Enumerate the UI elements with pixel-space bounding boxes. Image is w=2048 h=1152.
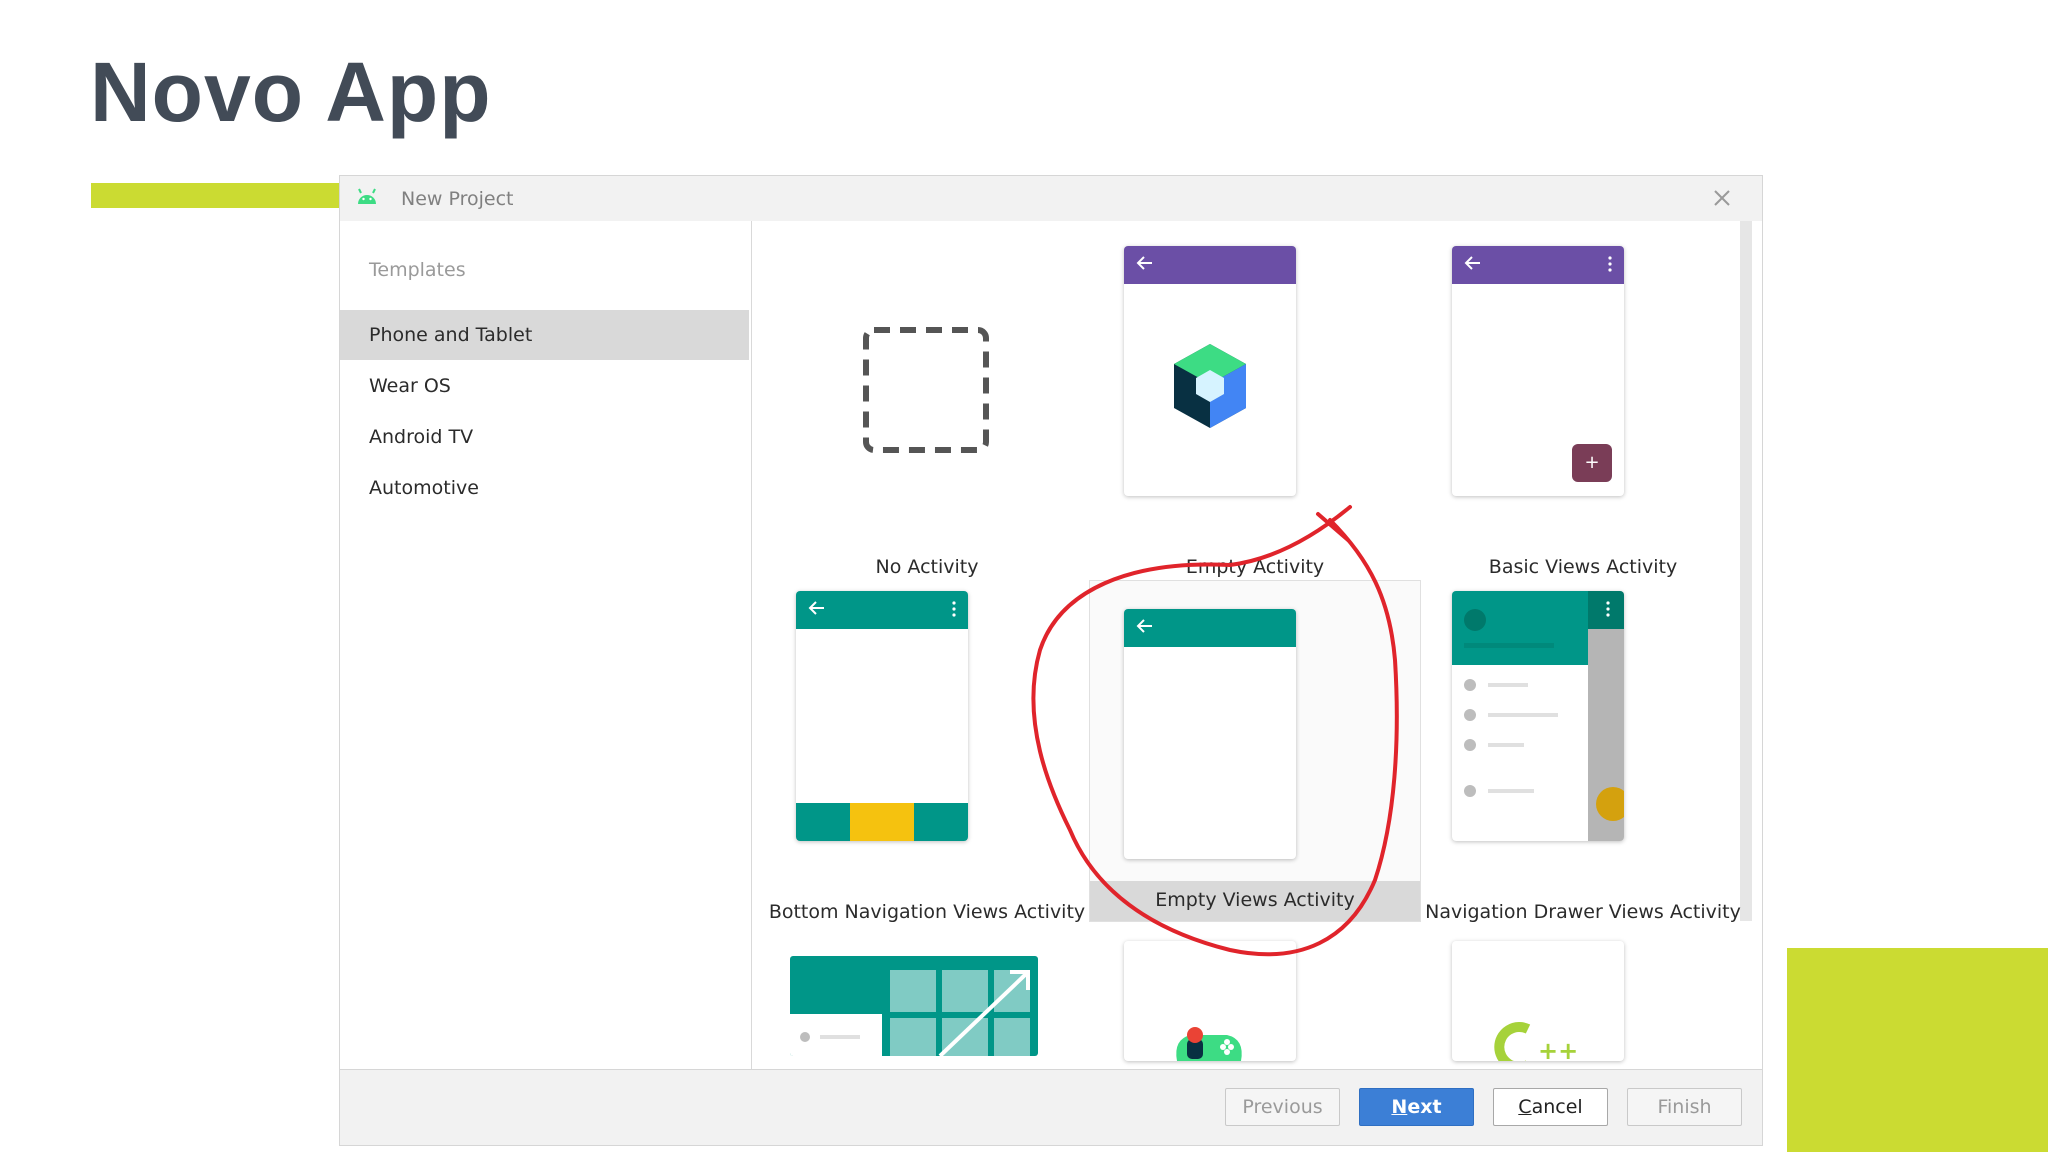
phone-preview (1124, 246, 1296, 496)
templates-grid: No Activity Empty Activity + Basic Views… (752, 221, 1762, 1070)
template-card-native-cpp[interactable]: ++ (1418, 941, 1748, 1061)
app-bar (1452, 246, 1624, 284)
template-card-game-activity[interactable] (1090, 941, 1420, 1061)
blank-phone-icon (1124, 609, 1296, 859)
app-bar (1124, 609, 1296, 647)
template-label: Navigation Drawer Views Activity (1425, 901, 1741, 923)
dashed-box-icon (863, 327, 989, 453)
new-project-dialog: New Project Templates Phone and Tablet W… (339, 175, 1763, 1146)
cpp-logo-icon: ++ (1494, 1022, 1578, 1061)
app-bar (1124, 246, 1296, 284)
phone-preview: + (1452, 246, 1624, 496)
next-button[interactable]: Next (1359, 1088, 1474, 1126)
android-icon (358, 188, 376, 204)
sidebar-item-android-tv[interactable]: Android TV (340, 412, 749, 462)
back-arrow-icon (1136, 256, 1152, 270)
template-label: Empty Activity (1185, 556, 1325, 578)
app-bar (796, 591, 968, 629)
template-label: Basic Views Activity (1488, 556, 1678, 578)
previous-button[interactable]: Previous (1225, 1088, 1340, 1126)
bottom-nav-icon (796, 803, 968, 841)
cancel-button[interactable]: Cancel (1493, 1088, 1608, 1126)
phone-preview (796, 591, 968, 841)
grid-preview-icon (790, 956, 1038, 1056)
more-icon (1608, 256, 1612, 272)
template-card-empty-views-activity[interactable]: Empty Views Activity (1089, 580, 1421, 922)
compose-logo-icon (1174, 344, 1246, 428)
accent-block (1787, 948, 2048, 1152)
template-card-responsive-views-activity[interactable] (762, 941, 1092, 1056)
phone-preview (1124, 941, 1296, 1061)
template-label: No Activity (875, 556, 979, 578)
template-card-empty-activity[interactable]: Empty Activity (1090, 236, 1420, 578)
svg-text:++: ++ (1538, 1037, 1578, 1061)
back-arrow-icon (1136, 619, 1152, 633)
fab-icon: + (1572, 444, 1612, 482)
sidebar-item-automotive[interactable]: Automotive (340, 463, 749, 513)
slide-title: Novo App (90, 45, 492, 139)
phone-preview: ++ (1452, 941, 1624, 1061)
template-card-basic-views-activity[interactable]: + Basic Views Activity (1418, 236, 1748, 578)
finish-button[interactable]: Finish (1627, 1088, 1742, 1126)
sidebar-header: Templates (369, 259, 466, 281)
dialog-title: New Project (401, 188, 514, 210)
template-card-navigation-drawer-views-activity[interactable]: Navigation Drawer Views Activity (1418, 581, 1748, 923)
more-icon (952, 601, 956, 617)
sidebar-item-wear-os[interactable]: Wear OS (340, 361, 749, 411)
close-icon[interactable] (1712, 188, 1732, 208)
template-label: Bottom Navigation Views Activity (768, 901, 1086, 923)
back-arrow-icon (808, 601, 824, 615)
dialog-footer: Previous Next Cancel Finish (340, 1069, 1762, 1145)
sidebar-item-phone-and-tablet[interactable]: Phone and Tablet (340, 310, 749, 360)
template-card-no-activity[interactable]: No Activity (762, 236, 1092, 578)
back-arrow-icon (1464, 256, 1480, 270)
template-card-bottom-navigation-views-activity[interactable]: Bottom Navigation Views Activity (762, 581, 1092, 923)
game-controller-icon (1176, 1027, 1242, 1061)
dialog-titlebar: New Project (340, 176, 1762, 222)
templates-sidebar: Templates Phone and Tablet Wear OS Andro… (340, 221, 753, 1070)
more-icon (1606, 601, 1610, 617)
accent-bar (91, 183, 341, 208)
nav-drawer-icon (1452, 591, 1624, 841)
template-label: Empty Views Activity (1155, 889, 1355, 911)
